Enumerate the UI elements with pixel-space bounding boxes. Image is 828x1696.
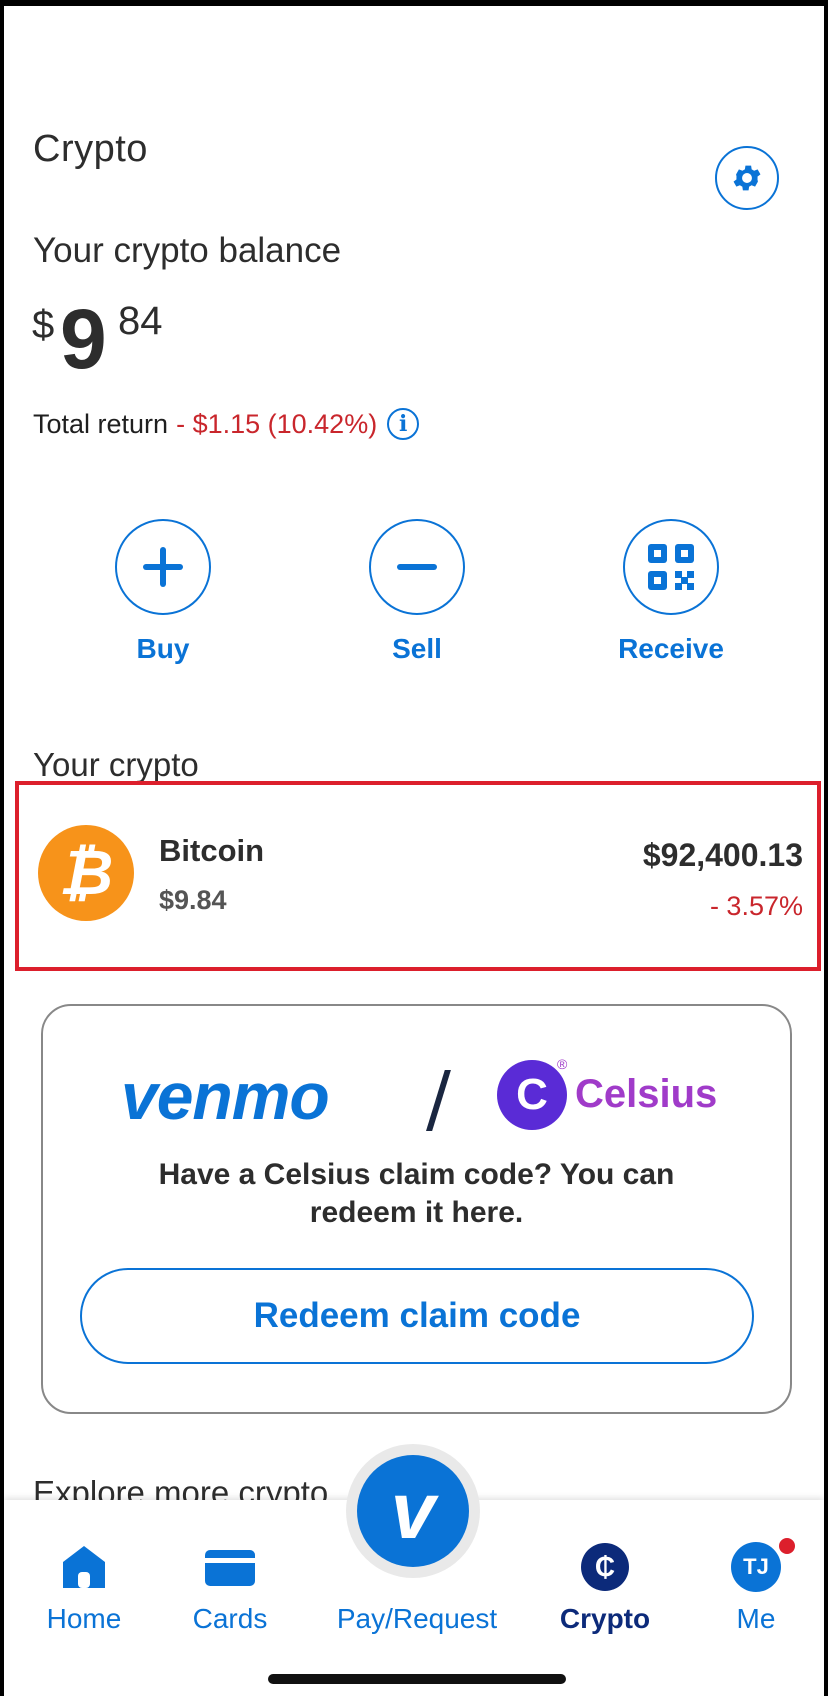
pay-request-fab[interactable]: v [346, 1444, 480, 1578]
buy-label: Buy [136, 633, 190, 664]
tab-home[interactable]: Home [4, 1500, 164, 1650]
tab-me-label: Me [736, 1603, 776, 1634]
avatar-wrap: TJ [731, 1538, 795, 1592]
total-return-value: - $1.15 (10.42%) [176, 408, 378, 439]
tab-crypto[interactable]: ₵ Crypto [525, 1500, 685, 1650]
svg-text:₵: ₵ [595, 1551, 615, 1582]
notification-dot [779, 1538, 795, 1554]
crypto-change: - 3.57% [709, 891, 803, 921]
venmo-logo: venmo [121, 1059, 330, 1133]
buy-button[interactable]: Buy [93, 519, 233, 665]
tab-home-label: Home [46, 1603, 122, 1634]
promo-text: Have a Celsius claim code? You can redee… [158, 1158, 675, 1229]
buy-circle[interactable] [115, 519, 211, 615]
receive-circle[interactable] [623, 519, 719, 615]
celsius-promo-card: venmo / C ® Celsius Have a Celsius claim… [41, 1004, 792, 1414]
minus-icon [397, 564, 437, 570]
crypto-price: $92,400.13 [642, 837, 803, 873]
avatar: TJ [731, 1542, 781, 1592]
your-crypto-title: Your crypto [33, 746, 199, 783]
page-title: Crypto [33, 128, 148, 170]
receive-button[interactable]: Receive [601, 519, 741, 665]
venmo-v-icon: v [357, 1455, 469, 1567]
crypto-screen: Crypto Your crypto balance $ 9 84 Total … [4, 6, 824, 1696]
tab-me[interactable]: TJ Me [676, 1500, 824, 1650]
home-icon [63, 1546, 105, 1588]
celsius-logo: Celsius [575, 1072, 718, 1116]
receive-label: Receive [618, 633, 724, 664]
registered-mark: ® [557, 1056, 568, 1072]
sell-button[interactable]: Sell [347, 519, 487, 665]
balance-cents: 84 [118, 299, 163, 343]
gear-icon [733, 165, 761, 191]
balance-currency: $ [32, 303, 55, 347]
sell-label: Sell [392, 633, 442, 664]
balance-label: Your crypto balance [33, 231, 342, 270]
bitcoin-row[interactable]: ₿ Bitcoin $9.84 $92,400.13 - 3.57% [15, 781, 821, 971]
logo-divider: / [426, 1056, 451, 1142]
balance-whole: 9 [60, 292, 107, 386]
qr-code-icon [648, 544, 694, 590]
crypto-holding: $9.84 [159, 885, 227, 915]
promo-logos: venmo / C ® Celsius [43, 1056, 790, 1142]
sell-circle[interactable] [369, 519, 465, 615]
card-icon [205, 1550, 255, 1586]
crypto-icon: ₵ [581, 1543, 629, 1591]
home-indicator[interactable] [268, 1674, 566, 1684]
settings-button[interactable] [715, 146, 779, 210]
tab-pay-label: Pay/Request [336, 1603, 498, 1634]
tab-cards-label: Cards [192, 1603, 268, 1634]
crypto-name: Bitcoin [159, 833, 265, 868]
tab-crypto-label: Crypto [559, 1603, 651, 1634]
total-return-label: Total return [33, 408, 169, 439]
redeem-claim-code-button[interactable]: Redeem claim code [80, 1268, 754, 1364]
bitcoin-icon: ₿ [38, 825, 134, 921]
info-icon[interactable]: i [387, 408, 420, 440]
plus-icon [143, 547, 183, 587]
tab-cards[interactable]: Cards [150, 1500, 310, 1650]
total-return: Total return - $1.15 (10.42%) i [33, 408, 420, 440]
